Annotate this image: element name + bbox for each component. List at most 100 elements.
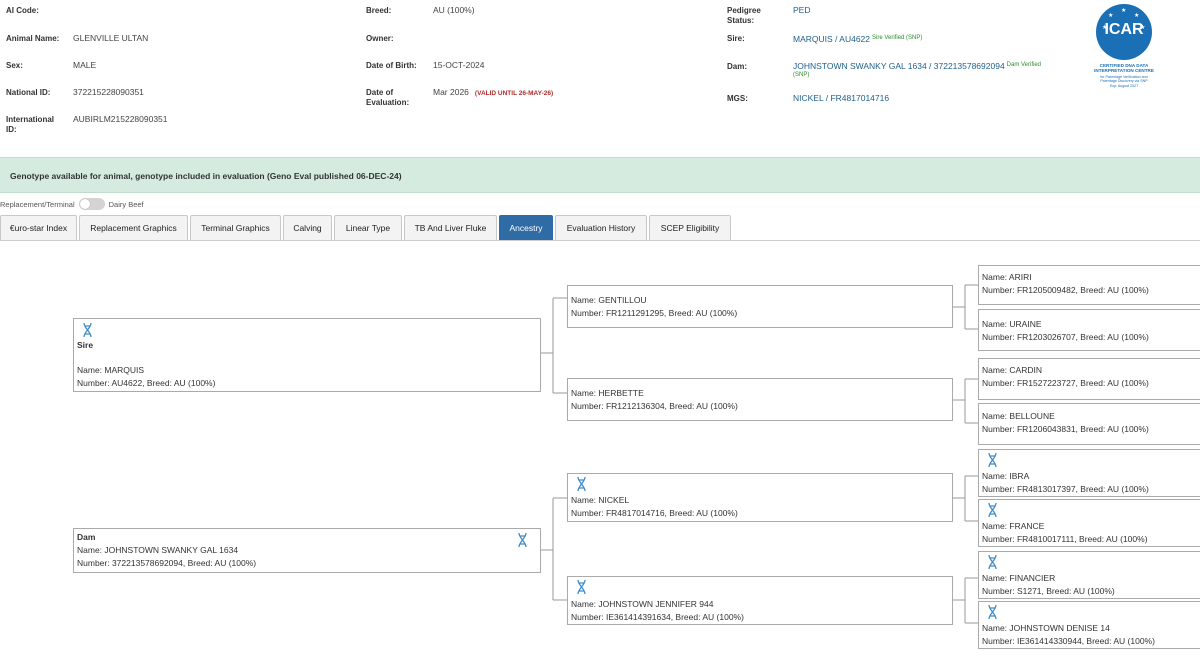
sire-verified-note: Sire Verified (SNP) — [872, 35, 923, 41]
eval-date-value: Mar 2026 (VALID UNTIL 26-MAY-26) — [433, 87, 553, 99]
pedigree-status-label: Pedigree Status: — [727, 6, 761, 25]
pedigree-card-sss[interactable]: Name: ARIRI Number: FR1205009482, Breed:… — [978, 265, 1200, 305]
national-id-label: National ID: — [6, 88, 51, 97]
sdd-name: Name: BELLOUNE — [982, 411, 1055, 421]
dd-number: Number: IE361414391634, Breed: AU (100%) — [571, 612, 744, 622]
icar-sub3: Exp: August 2027 — [1109, 83, 1139, 88]
pedigree-card-dss[interactable]: Name: IBRA Number: FR4813017397, Breed: … — [978, 449, 1200, 497]
tab-ancestry[interactable]: Ancestry — [499, 215, 553, 240]
animal-info-panel: AI Code: Animal Name: GLENVILLE ULTAN Se… — [0, 0, 1200, 156]
pedigree-status-value: PED — [793, 5, 811, 15]
tab-terminal-graphics[interactable]: Terminal Graphics — [190, 215, 281, 240]
sex-value: MALE — [73, 60, 97, 70]
sire-role: Sire — [77, 340, 94, 350]
eval-date-label: Date of Evaluation: — [366, 88, 410, 107]
sex-label: Sex: — [6, 61, 23, 70]
pedigree-card-dsd[interactable]: Name: FRANCE Number: FR4810017111, Breed… — [978, 499, 1200, 547]
dds-name: Name: FINANCIER — [982, 573, 1056, 583]
dd-name: Name: JOHNSTOWN JENNIFER 944 — [571, 599, 714, 609]
ancestry-tree: Sire Name: MARQUIS Number: AU4622, Breed… — [0, 245, 1200, 658]
ssd-name: Name: URAINE — [982, 319, 1042, 329]
icar-interpretation: INTERPRETATION CENTRE — [1094, 68, 1154, 74]
tab-evaluation-history[interactable]: Evaluation History — [555, 215, 647, 240]
sd-name: Name: HERBETTE — [571, 388, 644, 398]
dam-value: JOHNSTOWN SWANKY GAL 1634 / 372213578692… — [793, 60, 1041, 72]
ss-number: Number: FR1211291295, Breed: AU (100%) — [571, 308, 738, 318]
dna-icon — [988, 604, 997, 620]
tab-bar: €uro-star Index Replacement Graphics Ter… — [0, 215, 1200, 241]
dam-verified-snp: (SNP) — [793, 72, 810, 78]
dna-icon — [518, 532, 527, 548]
ddd-name: Name: JOHNSTOWN DENISE 14 — [982, 623, 1110, 633]
tab-calving[interactable]: Calving — [283, 215, 332, 240]
sds-number: Number: FR1527223727, Breed: AU (100%) — [982, 378, 1149, 388]
pedigree-card-sire-dam[interactable]: Name: HERBETTE Number: FR1212136304, Bre… — [567, 378, 953, 421]
toggle-right-label: Dairy Beef — [108, 199, 144, 209]
pedigree-card-ssd[interactable]: Name: URAINE Number: FR1203026707, Breed… — [978, 309, 1200, 351]
tab-tb-liver-fluke[interactable]: TB And Liver Fluke — [404, 215, 497, 240]
dam-name: Name: JOHNSTOWN SWANKY GAL 1634 — [77, 545, 239, 555]
pedigree-card-dam[interactable]: Dam Name: JOHNSTOWN SWANKY GAL 1634 Numb… — [73, 528, 541, 573]
national-id-value: 372215228090351 — [73, 87, 144, 97]
tab-linear-type[interactable]: Linear Type — [334, 215, 402, 240]
ds-name: Name: NICKEL — [571, 495, 630, 505]
icar-logo-text: ICAR — [1104, 21, 1144, 38]
international-id-value: AUBIRLM215228090351 — [73, 114, 168, 124]
sire-value: MARQUIS / AU4622 Sire Verified (SNP) — [793, 33, 922, 45]
sds-name: Name: CARDIN — [982, 365, 1042, 375]
pedigree-card-ddd[interactable]: Name: JOHNSTOWN DENISE 14 Number: IE3614… — [978, 601, 1200, 649]
ds-number: Number: FR4817014716, Breed: AU (100%) — [571, 508, 738, 518]
dna-icon — [988, 502, 997, 518]
dob-value: 15-OCT-2024 — [433, 60, 485, 70]
dsd-name: Name: FRANCE — [982, 521, 1045, 531]
eval-valid-until: (VALID UNTIL 26-MAY-26) — [474, 90, 554, 97]
dna-icon — [83, 322, 92, 338]
toggle-left-label: Replacement/Terminal — [0, 199, 75, 209]
tab-scep-eligibility[interactable]: SCEP Eligibility — [649, 215, 731, 240]
pedigree-card-dds[interactable]: Name: FINANCIER Number: S1271, Breed: AU… — [978, 551, 1200, 599]
dna-icon — [577, 579, 586, 595]
mgs-link[interactable]: NICKEL / FR4817014716 — [793, 93, 889, 104]
owner-label: Owner: — [366, 34, 394, 43]
dsd-number: Number: FR4810017111, Breed: AU (100%) — [982, 534, 1148, 544]
pedigree-card-sire[interactable]: Sire Name: MARQUIS Number: AU4622, Breed… — [73, 318, 541, 392]
sss-name: Name: ARIRI — [982, 272, 1032, 282]
ss-name: Name: GENTILLOU — [571, 295, 647, 305]
pedigree-card-sds[interactable]: Name: CARDIN Number: FR1527223727, Breed… — [978, 358, 1200, 400]
dam-label: Dam: — [727, 62, 748, 71]
sire-link[interactable]: MARQUIS / AU4622 — [793, 34, 870, 44]
sss-number: Number: FR1205009482, Breed: AU (100%) — [982, 285, 1149, 295]
pedigree-card-dam-sire[interactable]: Name: NICKEL Number: FR4817014716, Breed… — [567, 473, 953, 522]
tab-replacement-graphics[interactable]: Replacement Graphics — [79, 215, 188, 240]
pedigree-card-sdd[interactable]: Name: BELLOUNE Number: FR1206043831, Bre… — [978, 403, 1200, 445]
ddd-number: Number: IE361414330944, Breed: AU (100%) — [982, 636, 1155, 646]
dss-number: Number: FR4813017397, Breed: AU (100%) — [982, 484, 1149, 494]
replacement-dairy-toggle[interactable] — [78, 198, 105, 210]
dam-verified-note: Dam Verified — [1006, 62, 1042, 68]
dss-name: Name: IBRA — [982, 471, 1030, 481]
international-id-label: International ID: — [6, 115, 55, 134]
pedigree-card-dam-dam[interactable]: Name: JOHNSTOWN JENNIFER 944 Number: IE3… — [567, 576, 953, 625]
dna-icon — [988, 452, 997, 468]
mgs-label: MGS: — [727, 94, 748, 103]
index-toggle-row: Replacement/Terminal Dairy Beef — [0, 197, 144, 211]
dam-link[interactable]: JOHNSTOWN SWANKY GAL 1634 / 372213578692… — [793, 61, 1005, 71]
dna-icon — [577, 476, 586, 492]
sdd-number: Number: FR1206043831, Breed: AU (100%) — [982, 424, 1149, 434]
dds-number: Number: S1271, Breed: AU (100%) — [982, 586, 1115, 596]
animal-name-label: Animal Name: — [6, 34, 60, 43]
dam-role: Dam — [77, 532, 96, 542]
toggle-knob — [79, 199, 90, 209]
tab-eurostar-index[interactable]: €uro-star Index — [0, 215, 77, 240]
ai-code-label: AI Code: — [6, 6, 39, 15]
dna-icon — [988, 554, 997, 570]
icar-logo: ★ ★ ★ ★ ★ ICAR — [1096, 4, 1152, 60]
icar-badge: ★ ★ ★ ★ ★ ICAR CERTIFIED DNA DATA INTERP… — [1089, 4, 1159, 120]
sire-number: Number: AU4622, Breed: AU (100%) — [77, 378, 216, 388]
animal-name-value: GLENVILLE ULTAN — [73, 33, 149, 43]
breed-value: AU (100%) — [433, 5, 475, 15]
sire-label: Sire: — [727, 34, 745, 43]
genotype-banner: Genotype available for animal, genotype … — [0, 157, 1200, 193]
ssd-number: Number: FR1203026707, Breed: AU (100%) — [982, 332, 1149, 342]
pedigree-card-sire-sire[interactable]: Name: GENTILLOU Number: FR1211291295, Br… — [567, 285, 953, 328]
